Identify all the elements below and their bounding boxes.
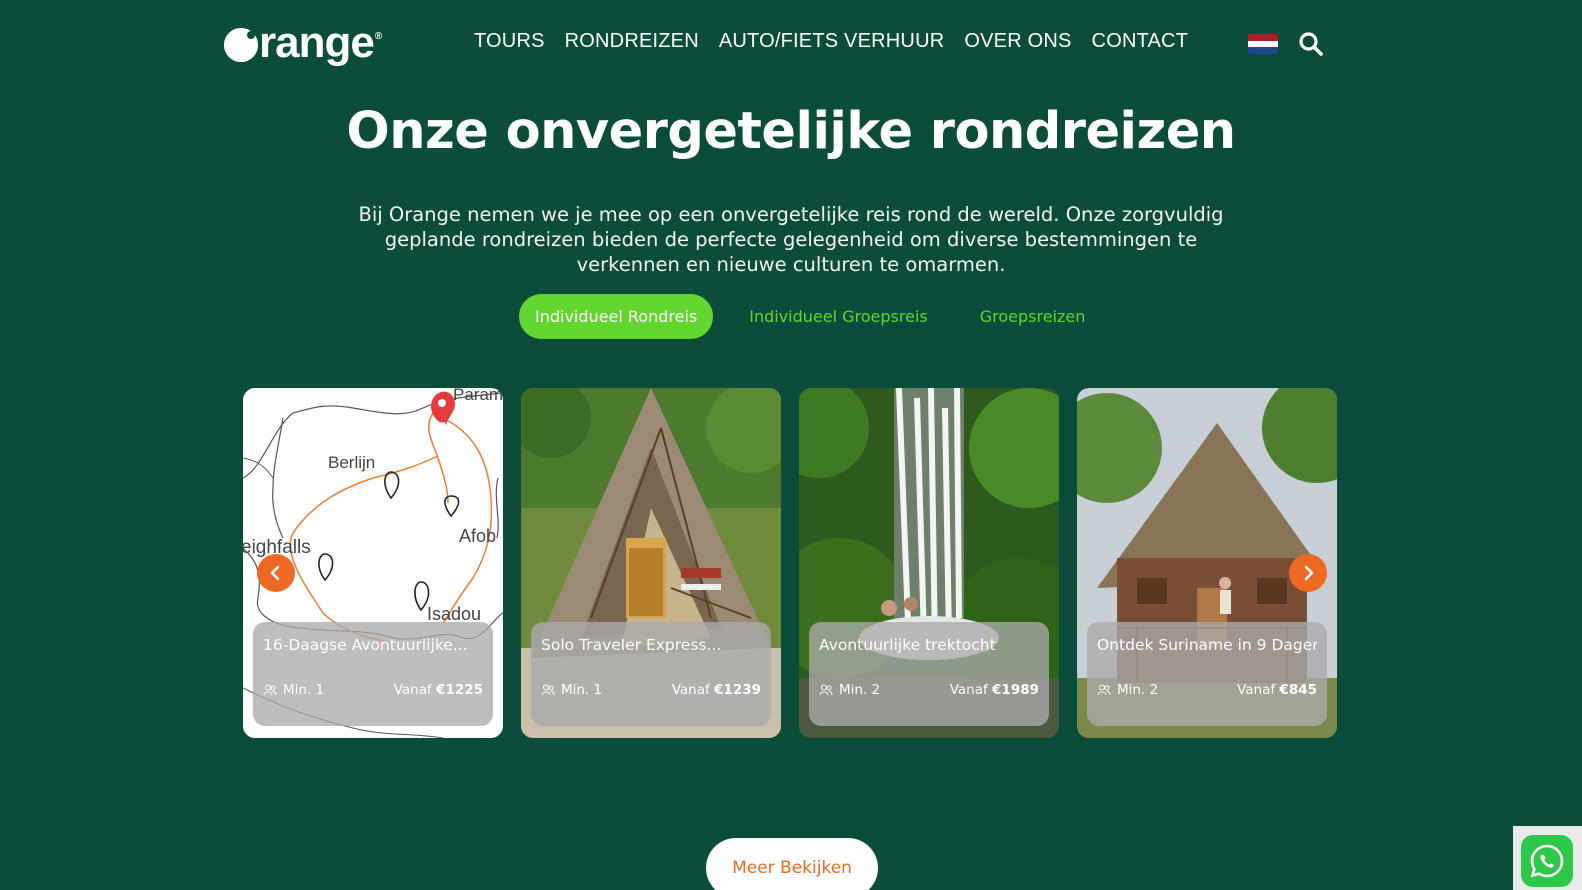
- min-persons: Min. 2: [819, 682, 880, 698]
- card-meta: Min. 2 Vanaf €845: [1097, 682, 1317, 698]
- meer-bekijken-button[interactable]: Meer Bekijken: [706, 838, 878, 890]
- min-persons: Min. 1: [263, 682, 324, 698]
- users-icon: [263, 684, 277, 696]
- flag-stripe-red: [1248, 34, 1278, 41]
- min-persons: Min. 1: [541, 682, 602, 698]
- card-title: Avontuurlijke trektocht: [819, 636, 996, 654]
- whatsapp-icon[interactable]: [1521, 835, 1573, 887]
- price-value: €1989: [992, 682, 1039, 698]
- card-info-panel: 16-Daagse Avontuurlijke... Min. 1 Vanaf …: [253, 622, 493, 726]
- map-label-param: Param: [453, 388, 503, 404]
- min-persons-label: Min. 2: [1117, 682, 1159, 698]
- min-persons: Min. 2: [1097, 682, 1158, 698]
- logo-text: range: [259, 18, 375, 67]
- tab-individueel-groepsreis[interactable]: Individueel Groepsreis: [733, 294, 944, 339]
- price-value: €1239: [714, 682, 761, 698]
- card-meta: Min. 2 Vanaf €1989: [819, 682, 1039, 698]
- price-prefix: Vanaf: [1237, 682, 1280, 698]
- carousel-next-button[interactable]: [1289, 554, 1327, 592]
- logo-o-mark: [224, 28, 258, 62]
- main-nav: TOURS RONDREIZEN AUTO/FIETS VERHUUR OVER…: [474, 30, 1208, 53]
- intro-text: Bij Orange nemen we je mee op een onverg…: [358, 203, 1224, 276]
- price: Vanaf €1225: [394, 682, 483, 698]
- card-title: Solo Traveler Express...: [541, 636, 722, 654]
- users-icon: [541, 684, 555, 696]
- chevron-right-icon: [1304, 565, 1314, 581]
- card-info-panel: Solo Traveler Express... Min. 1 Vanaf €1…: [531, 622, 771, 726]
- price-value: €845: [1279, 682, 1317, 698]
- nav-rondreizen[interactable]: RONDREIZEN: [565, 30, 699, 53]
- nav-tours[interactable]: TOURS: [474, 30, 545, 53]
- min-persons-label: Min. 1: [283, 682, 325, 698]
- carousel-prev-button[interactable]: [257, 554, 295, 592]
- orange-logo[interactable]: range ®: [224, 18, 382, 67]
- min-persons-label: Min. 1: [561, 682, 603, 698]
- tour-card[interactable]: Avontuurlijke trektocht Min. 2 Vanaf €19…: [799, 388, 1059, 738]
- price-prefix: Vanaf: [949, 682, 993, 698]
- price: Vanaf €1989: [950, 682, 1039, 698]
- search-icon[interactable]: [1298, 31, 1324, 57]
- trip-type-tabs: Individueel Rondreis Individueel Groepsr…: [519, 294, 1121, 339]
- price-value: €1225: [436, 682, 483, 698]
- price: Vanaf €845: [1237, 682, 1317, 698]
- tab-individueel-rondreis[interactable]: Individueel Rondreis: [519, 294, 714, 339]
- nav-contact[interactable]: CONTACT: [1092, 30, 1189, 53]
- tour-carousel: Param Berlijn eighfalls Afob Isadou 16-D…: [243, 388, 1343, 738]
- users-icon: [1097, 684, 1111, 696]
- card-info-panel: Ontdek Suriname in 9 Dagen Min. 2 Vanaf …: [1087, 622, 1327, 726]
- site-header: range ® TOURS RONDREIZEN AUTO/FIETS VERH…: [0, 0, 1582, 90]
- price: Vanaf €1239: [672, 682, 761, 698]
- chevron-left-icon: [270, 565, 280, 581]
- nav-over-ons[interactable]: OVER ONS: [964, 30, 1071, 53]
- card-info-panel: Avontuurlijke trektocht Min. 2 Vanaf €19…: [809, 622, 1049, 726]
- card-meta: Min. 1 Vanaf €1225: [263, 682, 483, 698]
- price-prefix: Vanaf: [671, 682, 715, 698]
- map-label-berlijn: Berlijn: [328, 453, 375, 472]
- price-prefix: Vanaf: [393, 682, 437, 698]
- card-meta: Min. 1 Vanaf €1239: [541, 682, 761, 698]
- nav-auto-fiets-verhuur[interactable]: AUTO/FIETS VERHUUR: [719, 30, 944, 53]
- tour-card[interactable]: Solo Traveler Express... Min. 1 Vanaf €1…: [521, 388, 781, 738]
- dutch-flag-icon[interactable]: [1248, 34, 1278, 54]
- tab-groepsreizen[interactable]: Groepsreizen: [964, 294, 1102, 339]
- users-icon: [819, 684, 833, 696]
- logo-registered-mark: ®: [374, 30, 382, 42]
- page-title: Onze onvergetelijke rondreizen: [346, 102, 1236, 161]
- map-label-afob: Afob: [459, 526, 496, 546]
- min-persons-label: Min. 2: [839, 682, 881, 698]
- card-title: 16-Daagse Avontuurlijke...: [263, 636, 468, 654]
- card-title: Ontdek Suriname in 9 Dagen: [1097, 636, 1317, 654]
- flag-stripe-blue: [1248, 47, 1278, 54]
- flag-stripe-white: [1248, 40, 1278, 48]
- map-label-isadou: Isadou: [427, 604, 481, 624]
